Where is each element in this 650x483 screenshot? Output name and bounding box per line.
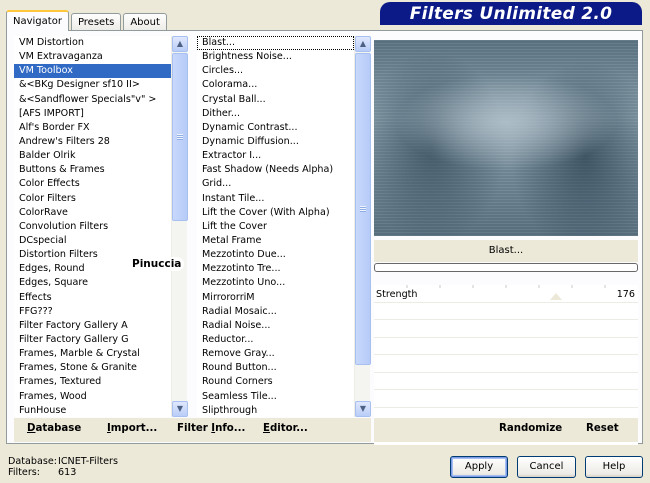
status-info: Database:ICNET-Filters Filters: 613	[8, 456, 118, 478]
tab-presets[interactable]: Presets	[70, 13, 122, 31]
category-item[interactable]: Buttons & Frames	[14, 163, 171, 177]
scroll-thumb[interactable]	[172, 53, 188, 221]
filter-item[interactable]: Mezzotinto Due...	[197, 248, 354, 262]
scroll-up-icon[interactable]: ▲	[355, 36, 371, 52]
filter-item[interactable]: Metal Frame	[197, 234, 354, 248]
preview-image	[374, 40, 638, 236]
filter-item[interactable]: Instant Tile...	[197, 192, 354, 206]
parameter-row-empty	[374, 303, 638, 320]
filter-item[interactable]: Radial Noise...	[197, 319, 354, 333]
filter-item[interactable]: Circles...	[197, 64, 354, 78]
category-item[interactable]: Frames, Stone & Granite	[14, 361, 171, 375]
editor-button[interactable]: Editor...	[263, 423, 308, 434]
category-item[interactable]: Filter Factory Gallery A	[14, 319, 171, 333]
filter-item[interactable]: Mezzotinto Tre...	[197, 262, 354, 276]
filter-item[interactable]: Reductor...	[197, 333, 354, 347]
filter-item[interactable]: Radial Mosaic...	[197, 305, 354, 319]
category-item[interactable]: [AFS IMPORT]	[14, 107, 171, 121]
preview-filter-name: Blast...	[374, 240, 638, 262]
filter-item[interactable]: Dither...	[197, 107, 354, 121]
help-button[interactable]: Help	[585, 456, 643, 478]
parameter-label: Strength	[376, 289, 418, 300]
reset-button[interactable]: Reset	[586, 423, 619, 434]
filter-item[interactable]: Remove Gray...	[197, 347, 354, 361]
parameter-row-strength[interactable]: Strength 176	[374, 285, 638, 303]
scroll-up-icon[interactable]: ▲	[172, 36, 188, 52]
filter-item[interactable]: Blast...	[197, 36, 354, 51]
parameter-row-empty	[374, 338, 638, 355]
category-item[interactable]: Frames, Textured	[14, 375, 171, 389]
database-button[interactable]: Database	[27, 423, 81, 434]
filter-item[interactable]: Crystal Ball...	[197, 93, 354, 107]
right-button-bar: Randomize Reset	[374, 418, 638, 442]
category-item[interactable]: Effects	[14, 291, 171, 305]
parameter-row-empty	[374, 320, 638, 338]
category-item[interactable]: VM Distortion	[14, 36, 171, 50]
category-item[interactable]: Frames, Marble & Crystal	[14, 347, 171, 361]
category-item[interactable]: Color Effects	[14, 177, 171, 191]
parameter-row-empty	[374, 373, 638, 390]
scroll-thumb[interactable]	[355, 53, 371, 365]
filter-list[interactable]: Blast... Brightness Noise... Circles... Col…	[197, 36, 354, 417]
category-item[interactable]: Andrew's Filters 28	[14, 135, 171, 149]
filter-item[interactable]: MirrororriM	[197, 291, 354, 305]
slider-marker-icon[interactable]	[550, 293, 562, 300]
scroll-down-icon[interactable]: ▼	[355, 401, 371, 417]
filter-item[interactable]: Extractor I...	[197, 149, 354, 163]
database-label: Database:	[8, 456, 58, 467]
parameter-value: 176	[616, 289, 635, 300]
category-item[interactable]: &<Sandflower Specials"v" >	[14, 93, 171, 107]
import-button[interactable]: Import...	[107, 423, 157, 434]
filter-item[interactable]: Colorama...	[197, 78, 354, 92]
category-item[interactable]: VM Extravaganza	[14, 50, 171, 64]
category-item[interactable]: VM Toolbox	[14, 64, 171, 79]
filter-item[interactable]: Fast Shadow (Needs Alpha)	[197, 163, 354, 177]
watermark-label: Pinuccia	[129, 257, 185, 271]
progress-bar	[374, 263, 638, 272]
category-item[interactable]: FunHouse	[14, 404, 171, 417]
title-banner: Filters Unlimited 2.0	[380, 2, 642, 25]
filter-item[interactable]: Lift the Cover (With Alpha)	[197, 206, 354, 220]
database-value: ICNET-Filters	[58, 456, 118, 467]
parameter-row-empty	[374, 390, 638, 408]
category-item[interactable]: Frames, Wood	[14, 390, 171, 404]
category-item[interactable]: Balder Olrik	[14, 149, 171, 163]
filters-label: Filters:	[8, 467, 40, 478]
category-list[interactable]: VM Distortion VM Extravaganza VM Toolbox &<…	[14, 36, 171, 417]
category-item[interactable]: ColorRave	[14, 206, 171, 220]
filters-count: 613	[58, 467, 77, 478]
category-scrollbar[interactable]: ▲ ▼	[171, 36, 188, 417]
category-item[interactable]: Edges, Square	[14, 276, 171, 290]
category-item[interactable]: Color Filters	[14, 192, 171, 206]
tab-navigator[interactable]: Navigator	[6, 10, 69, 31]
parameter-row-empty	[374, 355, 638, 373]
filter-item[interactable]: Dynamic Diffusion...	[197, 135, 354, 149]
category-item[interactable]: Filter Factory Gallery G	[14, 333, 171, 347]
tab-bar: Navigator Presets About	[6, 10, 169, 31]
tab-about[interactable]: About	[123, 13, 167, 31]
scroll-down-icon[interactable]: ▼	[172, 401, 188, 417]
filter-item[interactable]: Round Button...	[197, 361, 354, 375]
filter-info-button[interactable]: Filter Info...	[177, 423, 245, 434]
filter-item[interactable]: Dynamic Contrast...	[197, 121, 354, 135]
filter-item[interactable]: Mezzotinto Uno...	[197, 276, 354, 290]
left-button-bar: Database Import... Filter Info... Editor…	[14, 418, 371, 442]
apply-button[interactable]: Apply	[450, 456, 508, 478]
app-title: Filters Unlimited 2.0	[409, 3, 613, 24]
filter-item[interactable]: Slipthrough	[197, 404, 354, 417]
filter-item[interactable]: Lift the Cover	[197, 220, 354, 234]
randomize-button[interactable]: Randomize	[499, 423, 562, 434]
category-item[interactable]: Convolution Filters	[14, 220, 171, 234]
filter-item[interactable]: Brightness Noise...	[197, 50, 354, 64]
category-item[interactable]: DCspecial	[14, 234, 171, 248]
category-item[interactable]: &<BKg Designer sf10 II>	[14, 78, 171, 92]
category-item[interactable]: FFG???	[14, 305, 171, 319]
category-item[interactable]: Alf's Border FX	[14, 121, 171, 135]
filter-item[interactable]: Seamless Tile...	[197, 390, 354, 404]
cancel-button[interactable]: Cancel	[517, 456, 576, 478]
filter-scrollbar[interactable]: ▲ ▼	[354, 36, 371, 417]
filter-item[interactable]: Round Corners	[197, 375, 354, 389]
filter-item[interactable]: Grid...	[197, 177, 354, 191]
